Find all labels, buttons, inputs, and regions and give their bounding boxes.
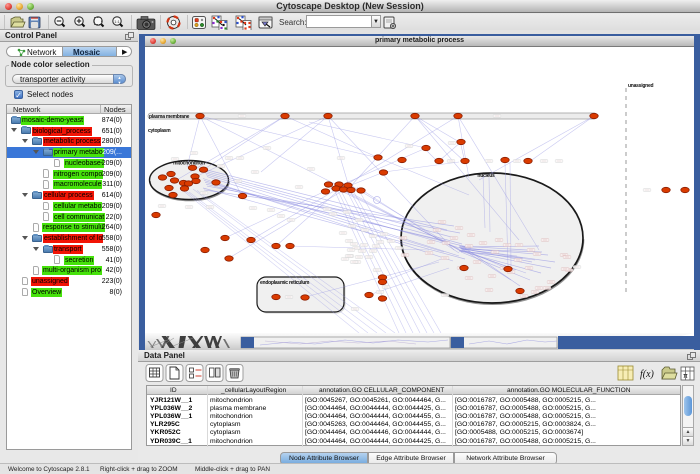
svg-text:1:1: 1:1	[114, 19, 120, 24]
svg-text:nucleus: nucleus	[477, 173, 495, 179]
svg-text:plasma membrane: plasma membrane	[149, 114, 190, 120]
svg-text:cytoplasm: cytoplasm	[148, 128, 171, 134]
svg-text:mitochondrion: mitochondrion	[173, 161, 205, 167]
svg-text:endoplasmic reticulum: endoplasmic reticulum	[260, 280, 310, 286]
svg-text:unassigned: unassigned	[628, 83, 653, 89]
svg-text:π: π	[683, 373, 688, 380]
svg-text:f(x): f(x)	[640, 369, 655, 380]
